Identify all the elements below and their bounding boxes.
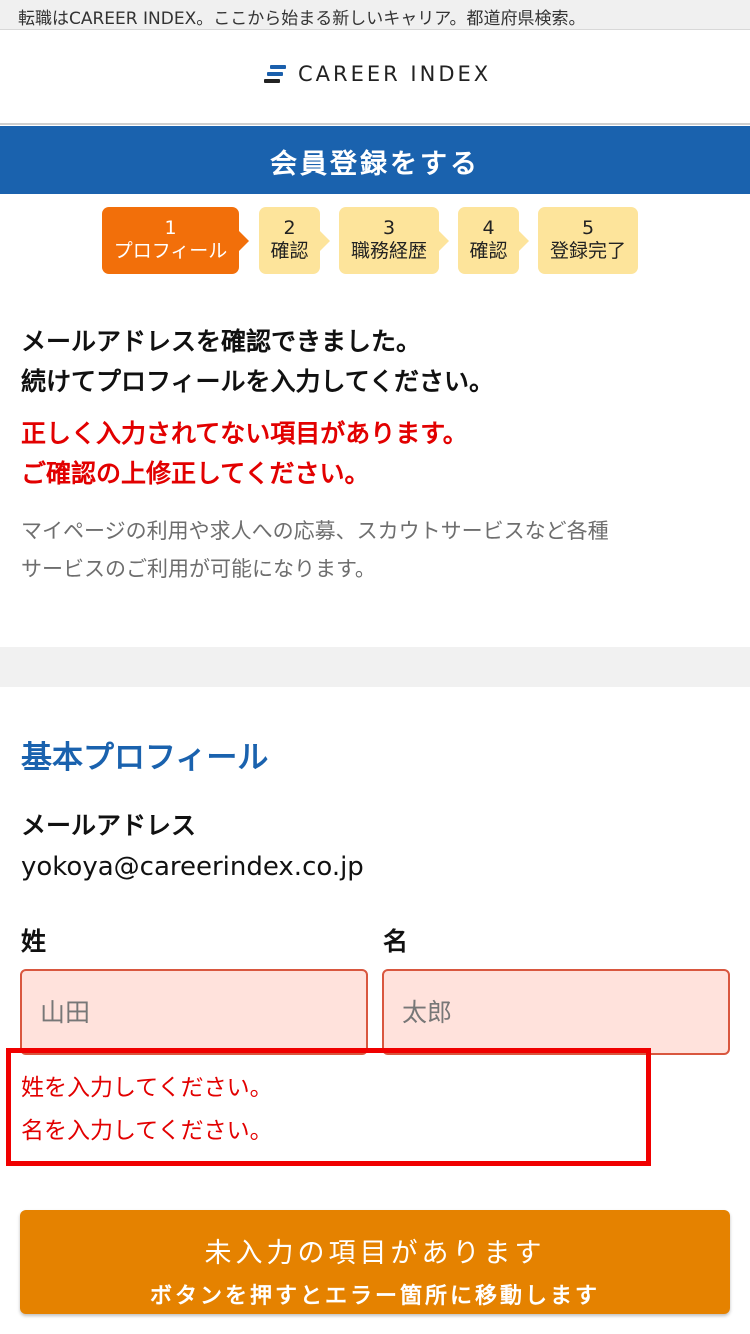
- page-title: 会員登録をする: [270, 149, 480, 180]
- step-1: 1 プロフィール: [102, 207, 249, 274]
- last-name-input[interactable]: [20, 969, 368, 1055]
- browser-title-text: 転職はCAREER INDEX。ここから始まる新しいキャリア。都道府県検索。: [18, 9, 586, 29]
- intro-note: マイページの利用や求人への応募、スカウトサービスなど各種 サービスのご利用が可能…: [21, 512, 721, 588]
- section-divider: [0, 647, 750, 687]
- step-label: 職務経歴: [350, 240, 427, 262]
- stacked-bars-icon: [264, 65, 286, 83]
- step-5: 5 登録完了: [538, 207, 638, 274]
- step-number: 4: [482, 217, 495, 239]
- step-3: 3 職務経歴: [339, 207, 449, 274]
- site-header: CAREER INDEX: [0, 30, 750, 125]
- site-logo[interactable]: CAREER INDEX: [264, 62, 491, 86]
- jump-to-error-button[interactable]: 未入力の項目があります ボタンを押すとエラー箇所に移動します: [20, 1210, 730, 1314]
- last-name-label: 姓: [21, 927, 47, 956]
- browser-title-bar: 転職はCAREER INDEX。ここから始まる新しいキャリア。都道府県検索。: [0, 0, 750, 30]
- email-label: メールアドレス: [21, 811, 197, 840]
- first-name-error: 名を入力してください。: [21, 1118, 273, 1144]
- form-error-line-2: ご確認の上修正してください。: [21, 459, 370, 488]
- step-number: 5: [581, 217, 595, 239]
- intro-note-line-2: サービスのご利用が可能になります。: [21, 557, 376, 581]
- submit-line-2: ボタンを押すとエラー箇所に移動します: [149, 1282, 600, 1308]
- step-label: 確認: [270, 240, 309, 262]
- form-error-line-1: 正しく入力されてない項目があります。: [21, 419, 468, 448]
- step-label: 登録完了: [549, 240, 626, 262]
- logo-text: CAREER INDEX: [298, 62, 492, 86]
- intro-note-line-1: マイページの利用や求人への応募、スカウトサービスなど各種: [21, 519, 609, 543]
- step-4: 4 確認: [458, 207, 529, 274]
- intro-line-2: 続けてプロフィールを入力してください。: [21, 367, 495, 396]
- intro-section: メールアドレスを確認できました。 続けてプロフィールを入力してください。 正しく…: [21, 322, 721, 588]
- submit-line-1: 未入力の項目があります: [204, 1237, 546, 1268]
- section-title-basic-profile: 基本プロフィール: [21, 740, 269, 776]
- field-error-highlight: [6, 1048, 651, 1166]
- first-name-label: 名: [383, 927, 409, 956]
- step-number: 2: [283, 217, 296, 239]
- page-title-band: 会員登録をする: [0, 126, 750, 194]
- step-label: プロフィール: [113, 240, 228, 262]
- intro-line-1: メールアドレスを確認できました。: [21, 327, 422, 356]
- last-name-error: 姓を入力してください。: [21, 1075, 273, 1101]
- step-number: 1: [164, 217, 177, 239]
- email-value: yokoya@careerindex.co.jp: [21, 852, 364, 882]
- first-name-input[interactable]: [382, 969, 730, 1055]
- form-error-summary: 正しく入力されてない項目があります。 ご確認の上修正してください。: [21, 414, 721, 494]
- step-2: 2 確認: [259, 207, 330, 274]
- step-label: 確認: [469, 240, 508, 262]
- step-number: 3: [382, 217, 396, 239]
